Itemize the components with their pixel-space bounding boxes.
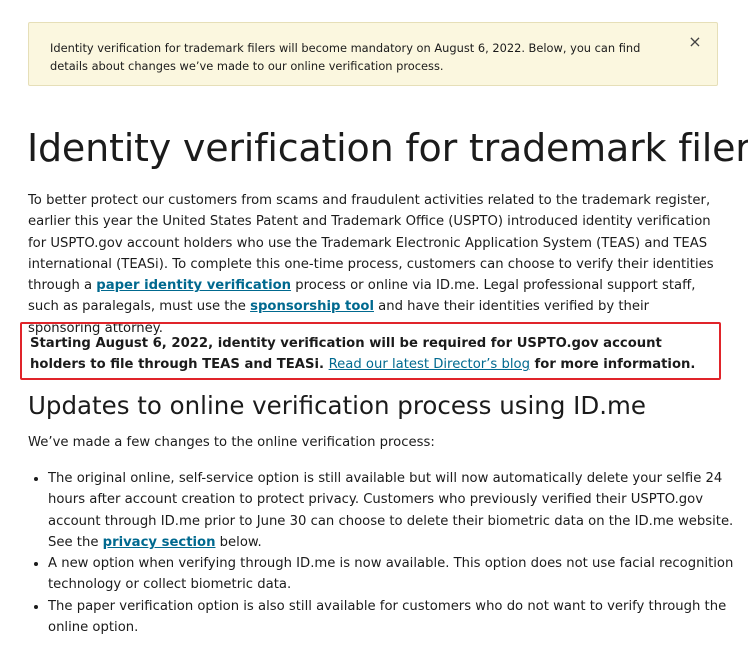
updates-list: The original online, self-service option… — [28, 468, 740, 638]
close-icon[interactable]: × — [687, 34, 703, 50]
notice-text: Starting August 6, 2022, identity verifi… — [30, 333, 710, 375]
highlighted-notice: Starting August 6, 2022, identity verifi… — [20, 322, 721, 380]
intro-paragraph: To better protect our customers from sca… — [28, 190, 720, 339]
list-item-text: The paper verification option is also st… — [48, 598, 727, 636]
section-title: Updates to online verification process u… — [28, 391, 646, 420]
privacy-section-link[interactable]: privacy section — [103, 535, 216, 550]
list-item-suffix: below. — [215, 534, 262, 550]
sponsorship-tool-link[interactable]: sponsorship tool — [250, 299, 374, 314]
page-title: Identity verification for trademark file… — [27, 126, 748, 170]
page: Identity verification for trademark file… — [0, 0, 748, 646]
alert-text: Identity verification for trademark file… — [50, 41, 641, 73]
list-item-text: A new option when verifying through ID.m… — [48, 556, 734, 593]
notice-suffix: for more information. — [529, 357, 696, 372]
list-item: The original online, self-service option… — [48, 468, 740, 553]
paper-identity-verification-link[interactable]: paper identity verification — [96, 278, 291, 293]
alert-banner: Identity verification for trademark file… — [28, 22, 718, 86]
section-intro: We’ve made a few changes to the online v… — [28, 435, 435, 450]
directors-blog-link[interactable]: Read our latest Director’s blog — [329, 357, 530, 372]
list-item: A new option when verifying through ID.m… — [48, 553, 740, 596]
list-item: The paper verification option is also st… — [48, 596, 740, 639]
